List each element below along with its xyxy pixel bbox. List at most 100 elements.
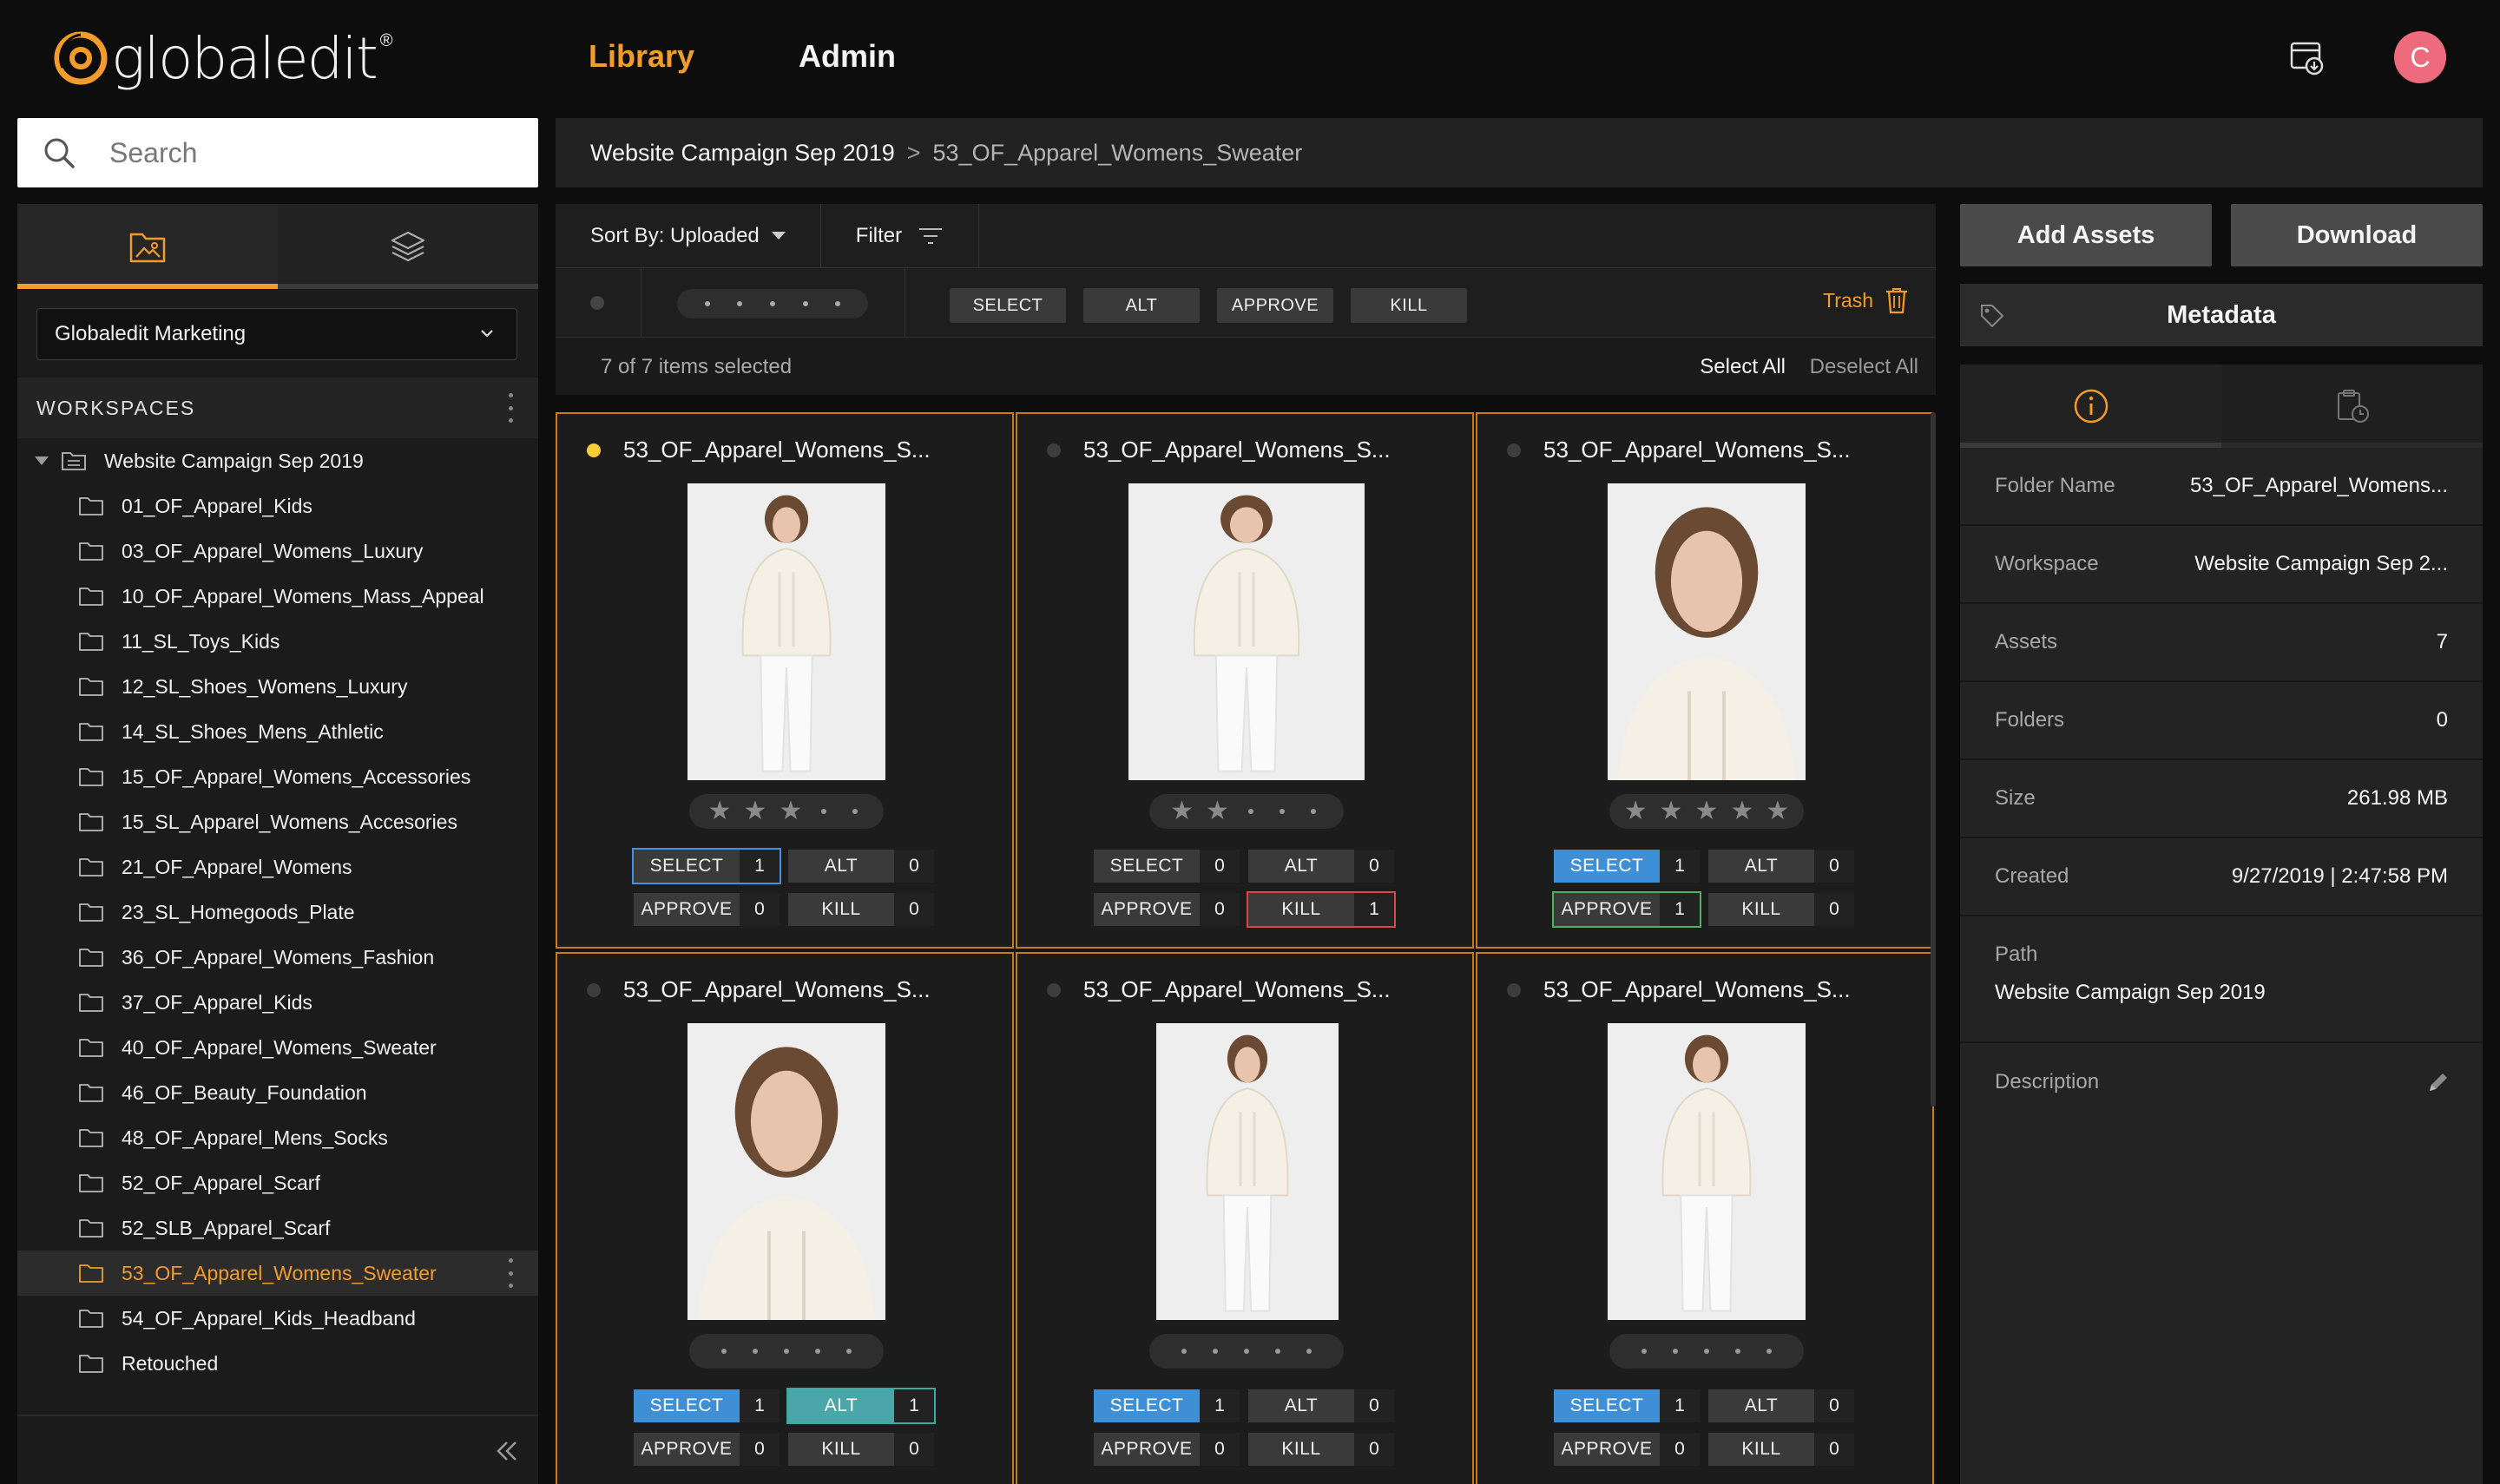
sidebar-folder-item[interactable]: 53_OF_Apparel_Womens_Sweater bbox=[17, 1251, 538, 1296]
asset-thumbnail[interactable] bbox=[1128, 483, 1365, 780]
vote-alt[interactable]: ALT 0 bbox=[1247, 848, 1396, 884]
sidebar-folder-item[interactable]: 52_OF_Apparel_Scarf bbox=[17, 1160, 538, 1205]
star-rating[interactable] bbox=[689, 1334, 884, 1369]
star-icon[interactable]: ★ bbox=[1624, 798, 1648, 824]
empty-star-dot[interactable] bbox=[1673, 1349, 1678, 1354]
empty-star-dot[interactable] bbox=[1766, 1349, 1772, 1354]
download-queue-icon[interactable] bbox=[2288, 38, 2326, 76]
bulk-select-button[interactable]: SELECT bbox=[950, 288, 1066, 323]
vote-approve[interactable]: APPROVE 1 bbox=[1552, 891, 1701, 928]
vote-select[interactable]: SELECT 1 bbox=[1552, 1388, 1701, 1424]
folder-more-icon[interactable] bbox=[507, 1258, 514, 1288]
sidebar-folder-item[interactable]: 36_OF_Apparel_Womens_Fashion bbox=[17, 935, 538, 980]
asset-card[interactable]: 53_OF_Apparel_Womens_S... ★ ★ SELECT 0 ALT 0 AP… bbox=[1016, 412, 1474, 949]
tab-folders[interactable] bbox=[17, 204, 278, 289]
star-rating[interactable] bbox=[1609, 1334, 1804, 1369]
asset-thumbnail[interactable] bbox=[1608, 1023, 1806, 1320]
color-label-dot[interactable] bbox=[1507, 443, 1521, 457]
edit-pencil-icon[interactable] bbox=[2425, 1069, 2451, 1095]
empty-star-dot[interactable] bbox=[784, 1349, 789, 1354]
vote-kill[interactable]: KILL 0 bbox=[786, 1431, 936, 1468]
asset-card[interactable]: 53_OF_Apparel_Womens_S... SELECT 1 ALT 0 APPR… bbox=[1476, 952, 1934, 1484]
sidebar-folder-item[interactable]: 15_SL_Apparel_Womens_Accesories bbox=[17, 799, 538, 844]
star-rating[interactable]: ★ ★ bbox=[1149, 794, 1344, 829]
star-rating[interactable]: ★ ★ ★ ★ ★ bbox=[1609, 794, 1804, 829]
empty-star-dot[interactable] bbox=[1275, 1349, 1280, 1354]
search-bar[interactable] bbox=[17, 118, 538, 187]
vote-alt[interactable]: ALT 1 bbox=[786, 1388, 936, 1424]
filter-button[interactable]: Filter bbox=[821, 203, 980, 268]
sidebar-folder-item[interactable]: 01_OF_Apparel_Kids bbox=[17, 483, 538, 529]
asset-card[interactable]: 53_OF_Apparel_Womens_S... SELECT 1 ALT 1 APPR… bbox=[556, 952, 1014, 1484]
star-icon[interactable]: ★ bbox=[1206, 798, 1229, 824]
vote-approve[interactable]: APPROVE 0 bbox=[1092, 1431, 1241, 1468]
star-icon[interactable]: ★ bbox=[1170, 798, 1194, 824]
asset-thumbnail[interactable] bbox=[1156, 1023, 1339, 1320]
empty-star-dot[interactable] bbox=[1641, 1349, 1647, 1354]
empty-star-dot[interactable] bbox=[1735, 1349, 1740, 1354]
breadcrumb-workspace[interactable]: Website Campaign Sep 2019 bbox=[590, 140, 895, 167]
vote-select[interactable]: SELECT 0 bbox=[1092, 848, 1241, 884]
nav-tab-library[interactable]: Library bbox=[589, 38, 694, 75]
sidebar-folder-item[interactable]: 21_OF_Apparel_Womens bbox=[17, 844, 538, 890]
empty-star-dot[interactable] bbox=[1247, 809, 1253, 814]
collapse-sidebar-icon[interactable] bbox=[491, 1435, 523, 1467]
tab-layers[interactable] bbox=[278, 204, 538, 289]
vote-alt[interactable]: ALT 0 bbox=[786, 848, 936, 884]
star-icon[interactable]: ★ bbox=[708, 798, 732, 824]
sort-dropdown[interactable]: Sort By: Uploaded bbox=[556, 203, 821, 268]
empty-star-dot[interactable] bbox=[821, 809, 827, 814]
vote-kill[interactable]: KILL 0 bbox=[1707, 1431, 1856, 1468]
sidebar-folder-item[interactable]: 10_OF_Apparel_Womens_Mass_Appeal bbox=[17, 574, 538, 619]
color-label-dot[interactable] bbox=[1507, 983, 1521, 997]
asset-card[interactable]: 53_OF_Apparel_Womens_S... SELECT 1 ALT 0 APPR… bbox=[1016, 952, 1474, 1484]
star-rating[interactable]: ★ ★ ★ bbox=[689, 794, 884, 829]
star-icon[interactable]: ★ bbox=[1766, 798, 1789, 824]
sidebar-folder-item[interactable]: 23_SL_Homegoods_Plate bbox=[17, 890, 538, 935]
vote-approve[interactable]: APPROVE 0 bbox=[1552, 1431, 1701, 1468]
trash-button[interactable]: Trash bbox=[1823, 286, 1910, 315]
vote-kill[interactable]: KILL 0 bbox=[786, 891, 936, 928]
empty-star-dot[interactable] bbox=[1306, 1349, 1312, 1354]
vote-approve[interactable]: APPROVE 0 bbox=[1092, 891, 1241, 928]
tab-activity[interactable] bbox=[2221, 364, 2483, 448]
download-button[interactable]: Download bbox=[2231, 204, 2483, 266]
tab-info[interactable] bbox=[1960, 364, 2221, 448]
color-label-dot[interactable] bbox=[590, 296, 604, 310]
color-label-dot[interactable] bbox=[1047, 983, 1061, 997]
asset-card[interactable]: 53_OF_Apparel_Womens_S... ★ ★ ★ ★ ★ SELECT 1 ALT… bbox=[1476, 412, 1934, 949]
star-icon[interactable]: ★ bbox=[744, 798, 767, 824]
sidebar-folder-item[interactable]: Retouched bbox=[17, 1341, 538, 1386]
vote-kill[interactable]: KILL 0 bbox=[1247, 1431, 1396, 1468]
sidebar-folder-item[interactable]: 52_SLB_Apparel_Scarf bbox=[17, 1205, 538, 1251]
nav-tab-admin[interactable]: Admin bbox=[799, 38, 896, 75]
user-avatar[interactable]: C bbox=[2394, 31, 2446, 83]
bulk-kill-button[interactable]: KILL bbox=[1351, 288, 1467, 323]
sidebar-folder-item[interactable]: 54_OF_Apparel_Kids_Headband bbox=[17, 1296, 538, 1341]
star-icon[interactable]: ★ bbox=[1660, 798, 1683, 824]
vote-kill[interactable]: KILL 1 bbox=[1247, 891, 1396, 928]
sidebar-folder-item[interactable]: 15_OF_Apparel_Womens_Accessories bbox=[17, 754, 538, 799]
vote-kill[interactable]: KILL 0 bbox=[1707, 891, 1856, 928]
sidebar-folder-item[interactable]: 14_SL_Shoes_Mens_Athletic bbox=[17, 709, 538, 754]
select-all-link[interactable]: Select All bbox=[1700, 355, 1786, 379]
sidebar-folder-item[interactable]: 03_OF_Apparel_Womens_Luxury bbox=[17, 529, 538, 574]
empty-star-dot[interactable] bbox=[1279, 809, 1285, 814]
asset-thumbnail[interactable] bbox=[688, 483, 885, 780]
empty-star-dot[interactable] bbox=[852, 809, 859, 814]
sidebar-folder-item[interactable]: 12_SL_Shoes_Womens_Luxury bbox=[17, 664, 538, 709]
deselect-all-link[interactable]: Deselect All bbox=[1810, 355, 1918, 379]
vote-alt[interactable]: ALT 0 bbox=[1247, 1388, 1396, 1424]
globaledit-logo[interactable]: globaledit ® bbox=[50, 19, 392, 97]
bulk-approve-button[interactable]: APPROVE bbox=[1217, 288, 1333, 323]
vote-alt[interactable]: ALT 0 bbox=[1707, 1388, 1856, 1424]
sidebar-folder-item[interactable]: 11_SL_Toys_Kids bbox=[17, 619, 538, 664]
empty-star-dot[interactable] bbox=[1181, 1349, 1187, 1354]
star-rating[interactable] bbox=[1149, 1334, 1344, 1369]
workspaces-more-icon[interactable] bbox=[507, 393, 514, 423]
empty-star-dot[interactable] bbox=[846, 1349, 852, 1354]
empty-star-dot[interactable] bbox=[1244, 1349, 1249, 1354]
sidebar-folder-item[interactable]: 46_OF_Beauty_Foundation bbox=[17, 1070, 538, 1115]
empty-star-dot[interactable] bbox=[1310, 809, 1316, 814]
star-icon[interactable]: ★ bbox=[1695, 798, 1719, 824]
